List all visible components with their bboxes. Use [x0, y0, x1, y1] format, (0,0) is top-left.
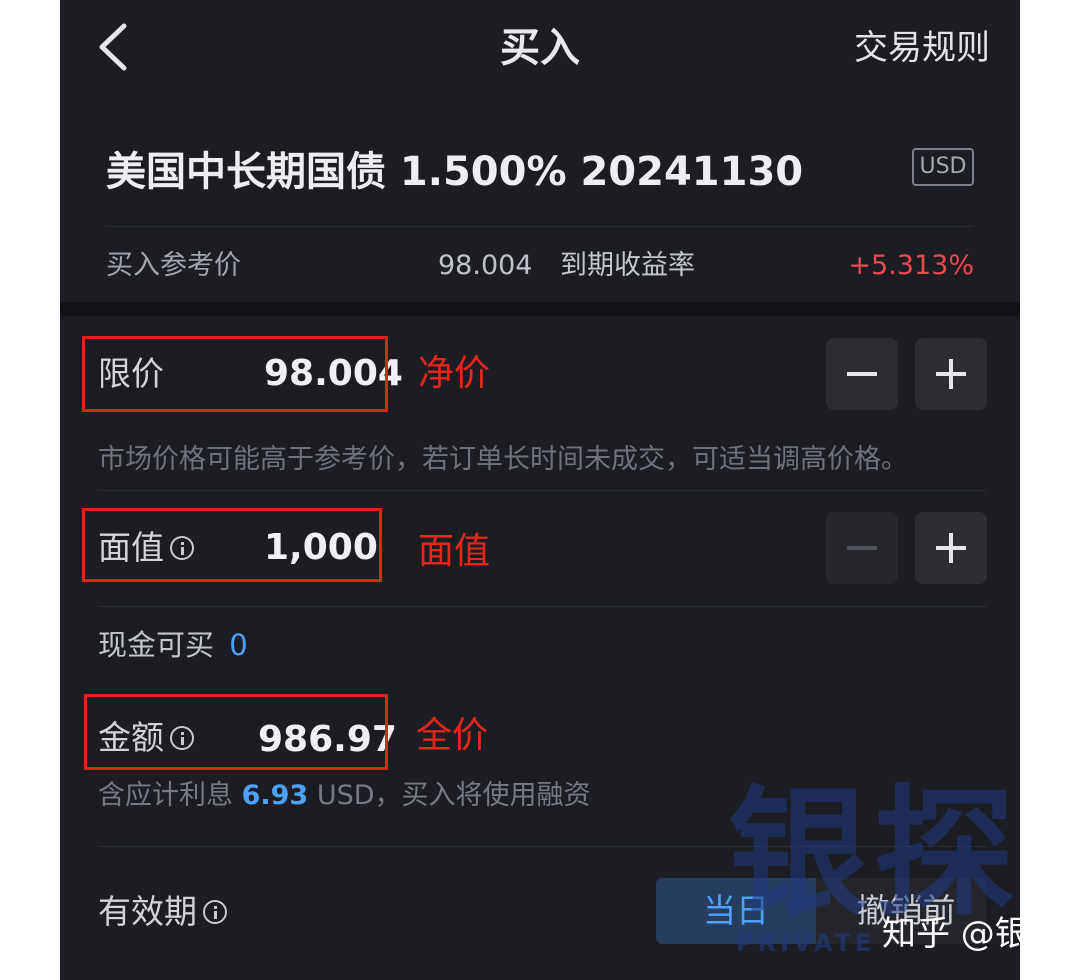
info-icon[interactable]	[203, 899, 227, 924]
face-value-increase-button[interactable]	[915, 512, 987, 584]
trading-rules-link[interactable]: 交易规则	[854, 26, 990, 70]
ytm-value: +5.313%	[848, 250, 974, 281]
validity-label-text: 有效期	[98, 892, 197, 931]
accrued-interest-note: 含应计利息 6.93 USD，买入将使用融资	[98, 778, 591, 814]
face-value-annotation: 面值	[418, 531, 491, 572]
cash-available: 现金可买 0	[98, 626, 248, 664]
net-price-annotation: 净价	[418, 353, 491, 394]
face-value-decrease-button[interactable]	[826, 512, 898, 584]
full-price-annotation: 全价	[416, 715, 489, 756]
limit-price-highlight-box	[82, 336, 388, 412]
amount-highlight-box	[84, 694, 388, 770]
divider	[106, 226, 974, 227]
limit-price-increase-button[interactable]	[915, 338, 987, 410]
bond-name: 美国中长期国债 1.500% 20241130	[106, 149, 804, 195]
accrued-suffix: USD，买入将使用融资	[316, 780, 591, 811]
divider	[98, 606, 986, 607]
plus-icon	[936, 533, 966, 563]
watermark-subtext: PRIVATE	[736, 929, 876, 957]
zhihu-watermark: 知乎 @银探	[882, 914, 1020, 954]
section-separator	[60, 302, 1020, 316]
limit-price-decrease-button[interactable]	[826, 338, 898, 410]
minus-icon	[847, 372, 877, 376]
accrued-prefix: 含应计利息	[98, 780, 233, 811]
divider	[98, 490, 986, 491]
accrued-interest-value: 6.93	[241, 780, 309, 811]
phone-screen: 买入 交易规则 美国中长期国债 1.500% 20241130 USD 买入参考…	[60, 0, 1020, 980]
validity-label: 有效期	[98, 890, 227, 934]
currency-badge: USD	[912, 148, 974, 186]
watermark-logo-text: 银探	[728, 773, 1020, 936]
cash-available-value: 0	[229, 628, 248, 662]
cash-available-label: 现金可买	[98, 628, 215, 662]
minus-icon	[847, 546, 877, 550]
ytm-label: 到期收益率	[560, 250, 695, 281]
limit-price-hint: 市场价格可能高于参考价，若订单长时间未成交，可适当调高价格。	[98, 444, 908, 475]
ref-price-label: 买入参考价	[106, 250, 241, 281]
ref-price-value: 98.004	[438, 250, 533, 281]
face-value-highlight-box	[82, 508, 382, 582]
plus-icon	[936, 359, 966, 389]
